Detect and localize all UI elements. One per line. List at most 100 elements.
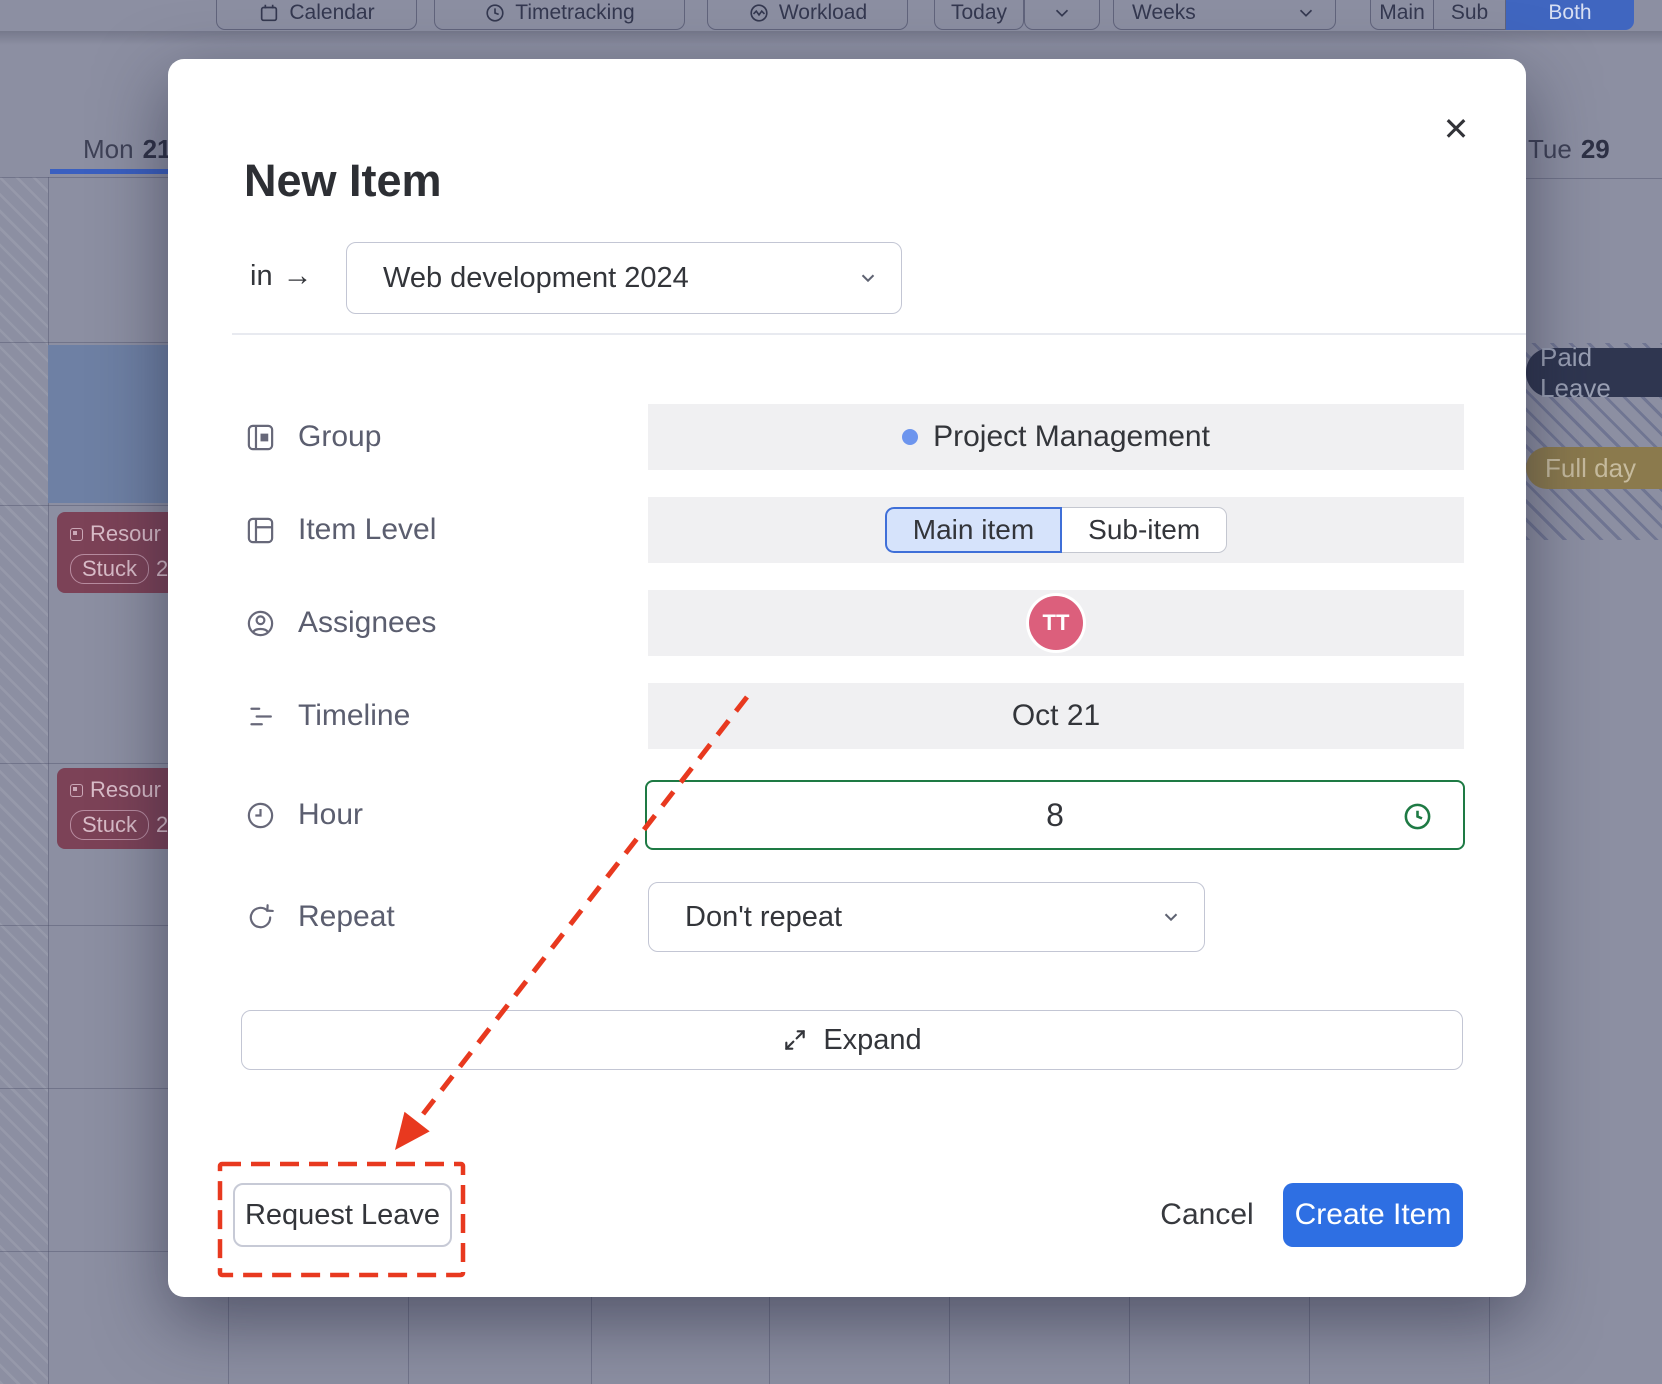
timeline-label: Timeline: [245, 683, 410, 749]
group-value: Project Management: [933, 420, 1210, 454]
repeat-icon: [245, 902, 276, 933]
grid-vline: [228, 1297, 229, 1384]
assignees-field[interactable]: TT: [648, 590, 1464, 656]
arrow-right-icon: →: [283, 259, 313, 293]
full-day-event[interactable]: Full day: [1526, 447, 1662, 489]
item-level-icon: [245, 515, 276, 546]
board-icon: [70, 784, 83, 797]
main-item-toggle[interactable]: Main item: [885, 507, 1062, 553]
expand-button[interactable]: Expand: [241, 1010, 1463, 1070]
group-value-field[interactable]: Project Management: [648, 404, 1464, 470]
request-leave-button[interactable]: Request Leave: [233, 1183, 452, 1247]
person-icon: [245, 608, 276, 639]
day-header-tuesday: Tue29: [1528, 134, 1610, 165]
clock-icon: [245, 800, 276, 831]
grid-vline: [769, 1297, 770, 1384]
status-badge: Stuck: [70, 810, 149, 840]
cancel-button[interactable]: Cancel: [1146, 1187, 1268, 1243]
screenshot-root: Calendar Timetracking Workload Today Wee…: [0, 0, 1662, 1384]
avatar[interactable]: TT: [1029, 596, 1083, 650]
grid-vline: [1309, 1297, 1310, 1384]
event-title: Resour: [90, 521, 161, 547]
item-level-field: Main item Sub-item: [648, 497, 1464, 563]
expand-icon: [782, 1027, 808, 1053]
workload-button-label: Workload: [779, 1, 867, 25]
chevron-down-icon: [1160, 906, 1182, 928]
view-toggle-main-label: Main: [1379, 1, 1425, 25]
workload-icon: [748, 2, 770, 24]
paid-leave-event[interactable]: Paid Leave: [1526, 348, 1662, 397]
current-day-underline: [50, 169, 168, 174]
grid-hline: [0, 342, 168, 343]
create-item-button[interactable]: Create Item: [1283, 1183, 1463, 1247]
grid-vline: [949, 1297, 950, 1384]
event-count: 2: [156, 556, 168, 582]
grid-hline: [0, 505, 168, 506]
board-selector[interactable]: Web development 2024: [346, 242, 902, 314]
grid-hline: [0, 1251, 168, 1252]
in-label: in→: [250, 259, 313, 293]
workload-button[interactable]: Workload: [707, 0, 908, 30]
clock-icon-green: [1402, 801, 1433, 832]
selected-day-cell[interactable]: [48, 345, 168, 503]
grid-hline: [0, 925, 168, 926]
today-dropdown-button[interactable]: [1024, 0, 1100, 30]
grid-vline: [1489, 1297, 1490, 1384]
event-title: Resour: [90, 777, 161, 803]
dialog-title: New Item: [244, 155, 442, 207]
grid-vline: [408, 1297, 409, 1384]
group-color-dot: [902, 429, 918, 445]
grid-vline: [591, 1297, 592, 1384]
repeat-value: Don't repeat: [685, 901, 842, 934]
hour-label: Hour: [245, 780, 363, 850]
hour-value: 8: [1046, 797, 1064, 834]
event-card-resource[interactable]: Resour Stuck 2: [57, 768, 168, 849]
item-level-label: Item Level: [245, 497, 436, 563]
timeline-value-field[interactable]: Oct 21: [648, 683, 1464, 749]
weeks-dropdown[interactable]: Weeks: [1113, 0, 1336, 30]
today-button[interactable]: Today: [934, 0, 1024, 30]
divider: [232, 333, 1526, 335]
repeat-dropdown[interactable]: Don't repeat: [648, 882, 1205, 952]
new-item-dialog: ✕ New Item in→ Web development 2024 Grou…: [168, 59, 1526, 1297]
grid-hline: [0, 177, 168, 178]
hour-input[interactable]: 8: [645, 780, 1465, 850]
chevron-down-icon: [1051, 2, 1073, 24]
timeline-value: Oct 21: [1012, 699, 1100, 733]
grid-vline: [1129, 1297, 1130, 1384]
view-toggle-both[interactable]: Both: [1506, 0, 1634, 30]
timeline-icon: [245, 701, 276, 732]
status-badge: Stuck: [70, 554, 149, 584]
expand-button-label: Expand: [823, 1024, 921, 1057]
view-toggle-both-label: Both: [1548, 1, 1591, 25]
view-toggle-sub[interactable]: Sub: [1434, 0, 1506, 30]
timetracking-button-label: Timetracking: [515, 1, 634, 25]
weekend-hatch-column: [0, 177, 48, 1384]
calendar-button[interactable]: Calendar: [216, 0, 417, 30]
grid-hline: [0, 763, 168, 764]
event-count: 2: [156, 812, 168, 838]
chevron-down-icon: [857, 267, 879, 289]
view-toggle-sub-label: Sub: [1451, 1, 1488, 25]
calendar-icon: [258, 2, 280, 24]
view-toggle-main[interactable]: Main: [1370, 0, 1434, 30]
sub-item-toggle[interactable]: Sub-item: [1062, 507, 1227, 553]
day-header-monday: Mon21: [83, 134, 172, 165]
board-selector-value: Web development 2024: [383, 262, 689, 295]
toolbar-shadow: [0, 31, 1662, 45]
today-button-label: Today: [951, 1, 1007, 25]
grid-hline: [1526, 178, 1662, 179]
repeat-label: Repeat: [245, 882, 395, 952]
board-icon: [70, 528, 83, 541]
clock-icon: [484, 2, 506, 24]
grid-hline: [0, 1088, 168, 1089]
weeks-dropdown-label: Weeks: [1132, 1, 1196, 25]
assignees-label: Assignees: [245, 590, 436, 656]
close-icon[interactable]: ✕: [1436, 109, 1476, 149]
timetracking-button[interactable]: Timetracking: [434, 0, 685, 30]
group-icon: [245, 422, 276, 453]
group-label: Group: [245, 404, 381, 470]
event-card-resource[interactable]: Resour Stuck 2: [57, 512, 168, 593]
calendar-button-label: Calendar: [289, 1, 374, 25]
chevron-down-icon: [1295, 2, 1317, 24]
